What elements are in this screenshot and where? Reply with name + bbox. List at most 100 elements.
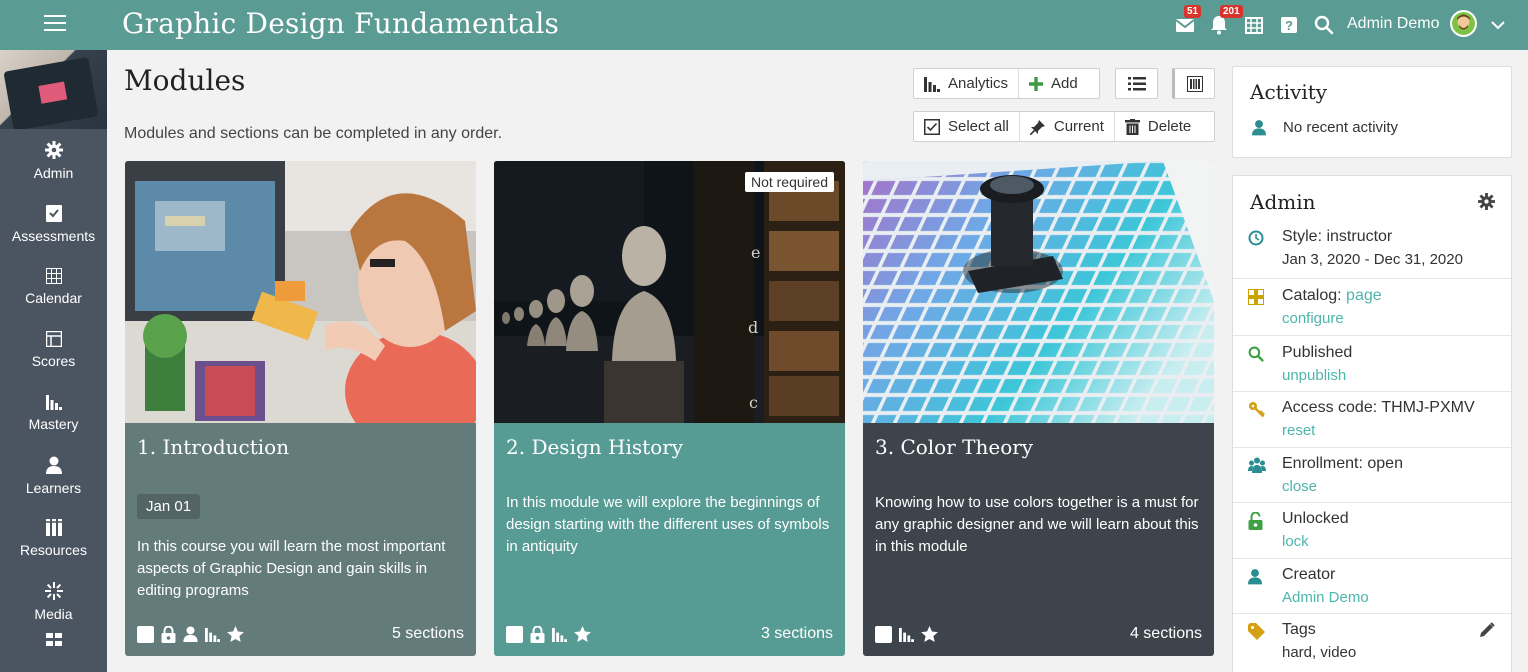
list-icon bbox=[1127, 76, 1146, 90]
module-card-design-history[interactable]: e d c Not required 2. Design History In … bbox=[494, 161, 845, 656]
user-name[interactable]: Admin Demo bbox=[1347, 15, 1439, 33]
module-title[interactable]: 1. Introduction bbox=[137, 435, 289, 459]
sidebar-item-label: Scores bbox=[31, 352, 76, 369]
gear-icon bbox=[44, 140, 63, 159]
plus-icon bbox=[1029, 76, 1044, 91]
admin-catalog-row: Catalog: page configure bbox=[1233, 279, 1511, 336]
reset-link[interactable]: reset bbox=[1282, 421, 1475, 441]
main-content: Modules Modules and sections can be comp… bbox=[107, 50, 1225, 672]
search-icon[interactable] bbox=[1313, 14, 1335, 36]
catalog-icon bbox=[1248, 289, 1264, 305]
add-button[interactable]: Add bbox=[1018, 69, 1088, 98]
bell-icon[interactable]: 201 bbox=[1208, 5, 1243, 36]
checkbox-icon bbox=[924, 118, 940, 135]
lock-icon bbox=[530, 625, 545, 643]
person-icon bbox=[183, 626, 198, 642]
tile-icon bbox=[1186, 75, 1203, 92]
chevron-down-icon[interactable] bbox=[1487, 14, 1509, 36]
page-title: Modules bbox=[124, 64, 246, 97]
avatar[interactable] bbox=[1450, 10, 1477, 37]
sidebar-item-admin[interactable]: Admin bbox=[0, 129, 107, 192]
close-link[interactable]: close bbox=[1282, 477, 1403, 497]
analytics-button[interactable]: Analytics bbox=[914, 69, 1018, 98]
current-button[interactable]: Current bbox=[1018, 112, 1114, 141]
module-image: e d c bbox=[494, 161, 845, 423]
admin-panel: Admin Style: instructor Jan 3, 2020 - Dec… bbox=[1232, 175, 1512, 672]
select-all-button[interactable]: Select all bbox=[914, 112, 1019, 141]
unlocked-label: Unlocked bbox=[1282, 510, 1349, 527]
sidebar-item-mastery[interactable]: Mastery bbox=[0, 381, 107, 444]
course-title[interactable]: Graphic Design Fundamentals bbox=[122, 7, 559, 40]
help-icon[interactable]: ? bbox=[1278, 14, 1300, 36]
bar-chart-icon bbox=[45, 394, 62, 410]
bar-chart-icon bbox=[924, 76, 940, 92]
lock-link[interactable]: lock bbox=[1282, 532, 1349, 552]
sidebar-item-calendar[interactable]: Calendar bbox=[0, 255, 107, 318]
module-title[interactable]: 3. Color Theory bbox=[875, 435, 1033, 459]
selection-toolbar: Select all Current Delete bbox=[913, 111, 1215, 142]
sidebar-item-label: Calendar bbox=[25, 289, 82, 306]
sidebar-item-assessments[interactable]: Assessments bbox=[0, 192, 107, 255]
scores-icon bbox=[45, 330, 62, 347]
access-code: Access code: THMJ-PXMV bbox=[1282, 399, 1475, 416]
published-label: Published bbox=[1282, 344, 1353, 361]
bar-chart-icon bbox=[205, 627, 220, 642]
sidebar-more[interactable] bbox=[0, 633, 107, 655]
person-icon bbox=[45, 456, 62, 474]
sidebar-item-resources[interactable]: Resources bbox=[0, 507, 107, 570]
section-count: 5 sections bbox=[391, 625, 464, 642]
list-view-button[interactable] bbox=[1115, 68, 1158, 99]
module-card-introduction[interactable]: 1. Introduction Jan 01 In this course yo… bbox=[125, 161, 476, 656]
activity-title: Activity bbox=[1250, 80, 1328, 104]
sidebar-item-media[interactable]: Media bbox=[0, 570, 107, 633]
star-icon bbox=[574, 626, 591, 642]
module-checkbox[interactable] bbox=[506, 625, 523, 643]
clock-icon bbox=[1248, 230, 1264, 246]
catalog-page-link[interactable]: page bbox=[1346, 287, 1382, 304]
admin-access-row: Access code: THMJ-PXMV reset bbox=[1233, 392, 1511, 448]
admin-enrollment-row: Enrollment: open close bbox=[1233, 448, 1511, 503]
date-chip: Jan 01 bbox=[137, 494, 201, 519]
sidebar-item-learners[interactable]: Learners bbox=[0, 444, 107, 507]
person-icon bbox=[1248, 569, 1262, 585]
admin-creator-row: Creator Admin Demo bbox=[1233, 559, 1511, 614]
mail-badge: 51 bbox=[1184, 5, 1202, 18]
bar-chart-icon bbox=[899, 627, 914, 642]
sidebar-item-label: Mastery bbox=[28, 415, 79, 432]
sidebar-item-scores[interactable]: Scores bbox=[0, 318, 107, 381]
creator-link[interactable]: Admin Demo bbox=[1282, 588, 1369, 608]
sidebar-item-label: Admin bbox=[33, 164, 74, 181]
not-required-badge: Not required bbox=[744, 172, 834, 192]
pencil-icon[interactable] bbox=[1479, 622, 1495, 638]
admin-style-row: Style: instructor Jan 3, 2020 - Dec 31, 2… bbox=[1233, 224, 1511, 279]
module-description: Knowing how to use colors together is a … bbox=[875, 494, 1199, 555]
module-checkbox[interactable] bbox=[875, 625, 892, 643]
module-description: In this module we will explore the begin… bbox=[506, 494, 830, 555]
delete-button[interactable]: Delete bbox=[1113, 112, 1201, 141]
gear-icon[interactable] bbox=[1478, 193, 1495, 210]
trash-icon bbox=[1124, 118, 1140, 135]
module-card-color-theory[interactable]: 3. Color Theory Knowing how to use color… bbox=[863, 161, 1214, 656]
configure-link[interactable]: configure bbox=[1282, 309, 1382, 329]
mail-icon[interactable]: 51 bbox=[1174, 5, 1202, 36]
module-checkbox[interactable] bbox=[137, 625, 154, 643]
analytics-add-group: Analytics Add bbox=[913, 68, 1100, 99]
svg-text:e: e bbox=[751, 243, 760, 262]
activity-panel: Activity No recent activity bbox=[1232, 66, 1512, 158]
admin-lock-row: Unlocked lock bbox=[1233, 503, 1511, 559]
svg-text:?: ? bbox=[1285, 18, 1293, 33]
tile-view-button[interactable] bbox=[1172, 68, 1215, 99]
section-count: 4 sections bbox=[1129, 625, 1202, 642]
lock-icon bbox=[161, 625, 176, 643]
unpublish-link[interactable]: unpublish bbox=[1282, 366, 1352, 386]
menu-icon[interactable] bbox=[44, 15, 66, 33]
svg-text:c: c bbox=[749, 393, 758, 412]
calendar-icon[interactable] bbox=[1243, 14, 1265, 36]
style-dates: Jan 3, 2020 - Dec 31, 2020 bbox=[1282, 251, 1463, 268]
module-title[interactable]: 2. Design History bbox=[506, 435, 683, 459]
grid-icon bbox=[45, 633, 62, 646]
admin-published-row: Published unpublish bbox=[1233, 336, 1511, 392]
enrollment-label: Enrollment: open bbox=[1282, 455, 1403, 472]
course-thumbnail[interactable] bbox=[0, 50, 107, 129]
star-icon bbox=[227, 626, 244, 642]
